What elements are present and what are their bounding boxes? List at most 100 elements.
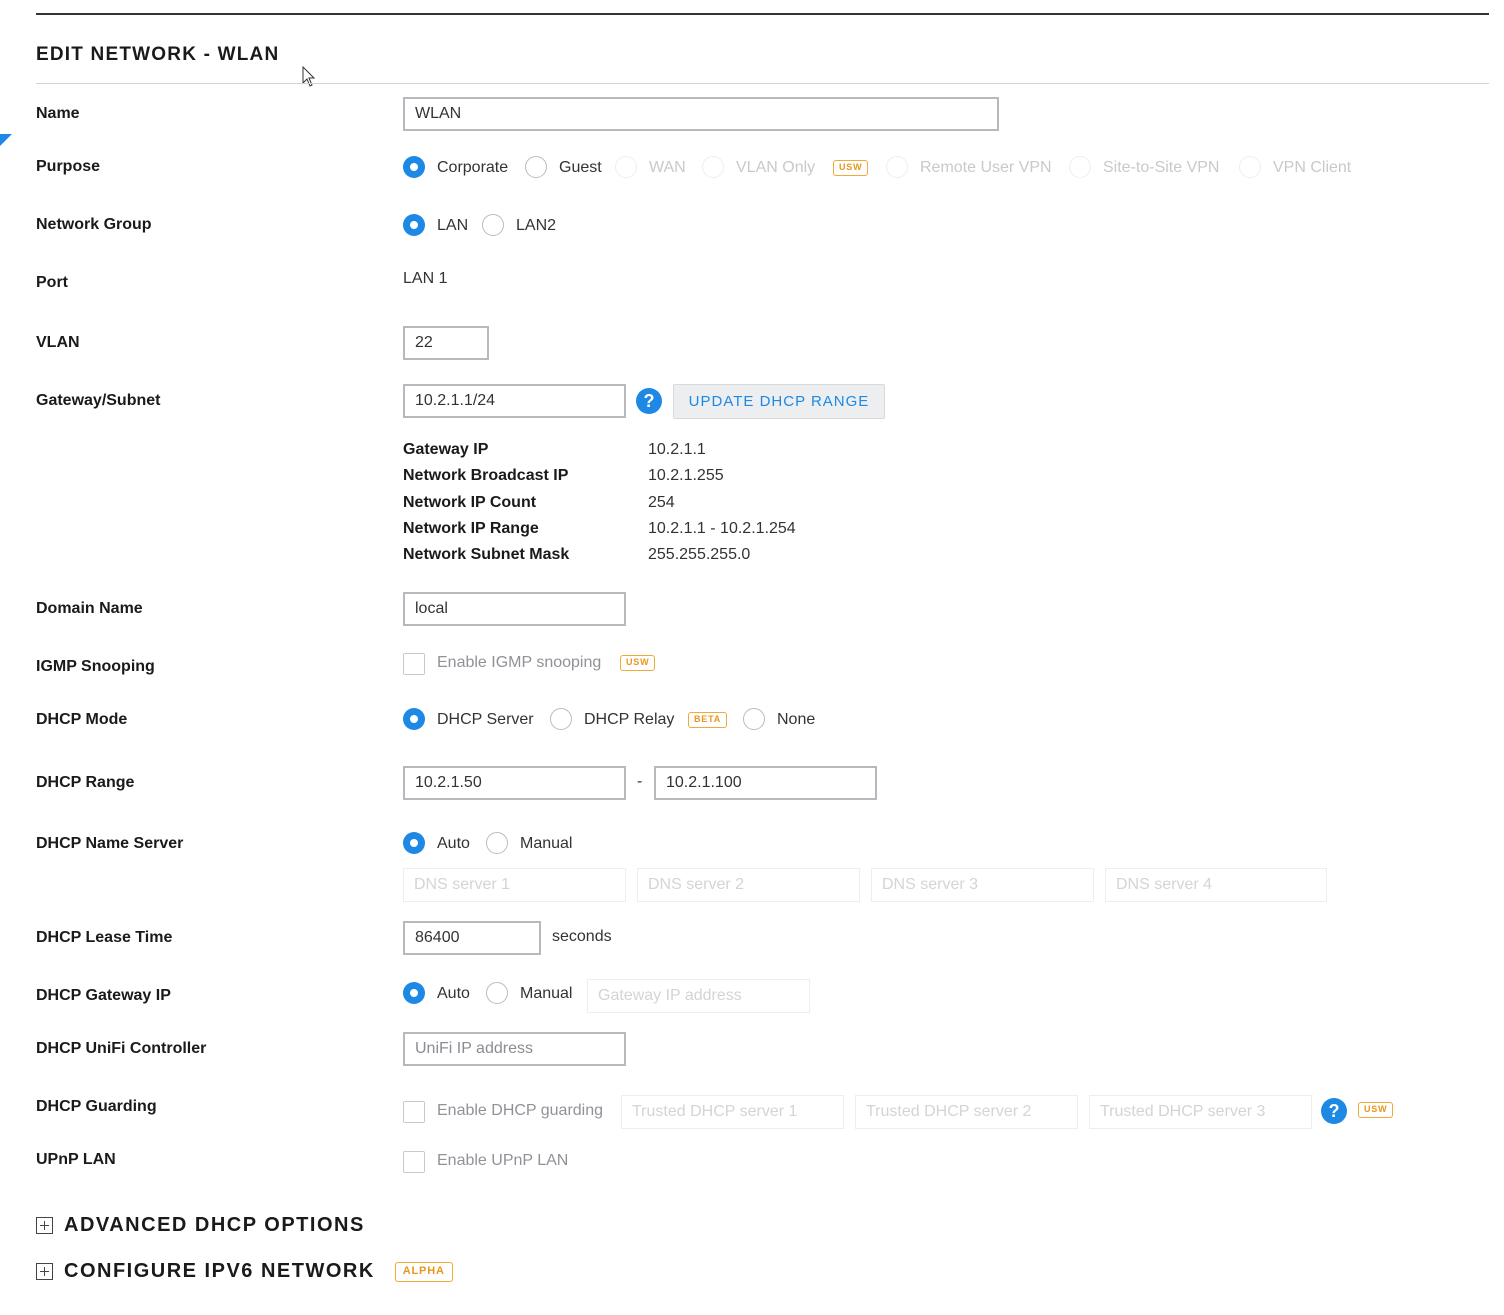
corner-marker <box>0 134 12 146</box>
configure-ipv6-toggle[interactable]: CONFIGURE IPV6 NETWORK ALPHA <box>36 1260 453 1283</box>
purpose-corporate-radio[interactable] <box>403 156 425 178</box>
network-group-lan2-label: LAN2 <box>516 217 557 234</box>
mouse-cursor-icon <box>302 66 316 87</box>
gateway-ip-auto-label: Auto <box>437 985 470 1002</box>
dhcp-mode-server-radio[interactable] <box>403 708 425 730</box>
upnp-lan-label: UPnP LAN <box>36 1151 116 1168</box>
gateway-ip-manual-radio[interactable] <box>486 982 508 1004</box>
vlan-input[interactable]: 22 <box>403 326 489 360</box>
name-label: Name <box>36 105 80 122</box>
dhcp-gateway-ip-label: DHCP Gateway IP <box>36 987 171 1004</box>
update-dhcp-range-button[interactable]: UPDATE DHCP RANGE <box>673 384 885 419</box>
dns-server-4-input[interactable]: DNS server 4 <box>1105 868 1327 902</box>
igmp-snooping-checkbox[interactable] <box>403 653 425 675</box>
gateway-subnet-label: Gateway/Subnet <box>36 392 161 409</box>
dhcp-mode-server-label: DHCP Server <box>437 711 534 728</box>
purpose-wan-label: WAN <box>649 159 686 176</box>
help-icon[interactable]: ? <box>1321 1098 1347 1124</box>
purpose-vlan-only-label: VLAN Only <box>736 159 816 176</box>
name-server-auto-label: Auto <box>437 835 470 852</box>
vlan-label: VLAN <box>36 334 80 351</box>
usw-badge: USW <box>1358 1102 1394 1118</box>
expand-plus-icon <box>36 1263 53 1280</box>
configure-ipv6-title: CONFIGURE IPV6 NETWORK <box>64 1260 375 1282</box>
network-group-lan2-radio[interactable] <box>482 214 504 236</box>
purpose-vpn-client-radio[interactable] <box>1239 156 1261 178</box>
top-divider <box>36 13 1489 15</box>
upnp-lan-checkbox[interactable] <box>403 1151 425 1173</box>
name-server-manual-radio[interactable] <box>486 832 508 854</box>
help-icon[interactable]: ? <box>636 388 662 414</box>
dhcp-mode-relay-radio[interactable] <box>550 708 572 730</box>
network-group-lan-label: LAN <box>437 217 469 234</box>
purpose-wan-radio[interactable] <box>615 156 637 178</box>
subnet-mask-value: 255.255.255.0 <box>648 546 751 563</box>
dhcp-mode-none-radio[interactable] <box>743 708 765 730</box>
usw-badge: USW <box>833 160 869 176</box>
purpose-site-to-site-vpn-radio[interactable] <box>1069 156 1091 178</box>
dhcp-name-server-label: DHCP Name Server <box>36 835 184 852</box>
dhcp-lease-time-label: DHCP Lease Time <box>36 929 173 946</box>
network-group-lan-radio[interactable] <box>403 214 425 236</box>
gateway-ip-value: 10.2.1.1 <box>648 441 706 458</box>
purpose-remote-user-vpn-label: Remote User VPN <box>920 159 1052 176</box>
ip-count-value: 254 <box>648 494 675 511</box>
igmp-snooping-checkbox-label: Enable IGMP snooping <box>437 654 602 671</box>
purpose-vlan-only-radio[interactable] <box>702 156 724 178</box>
dhcp-mode-relay-label: DHCP Relay <box>584 711 675 728</box>
title-divider <box>36 83 1489 84</box>
alpha-badge: ALPHA <box>394 1261 453 1282</box>
dhcp-unifi-controller-label: DHCP UniFi Controller <box>36 1040 207 1057</box>
name-server-auto-radio[interactable] <box>403 832 425 854</box>
port-label: Port <box>36 274 68 291</box>
igmp-snooping-label: IGMP Snooping <box>36 658 155 675</box>
name-input[interactable]: WLAN <box>403 97 999 131</box>
dhcp-guarding-checkbox[interactable] <box>403 1101 425 1123</box>
ip-range-key: Network IP Range <box>403 520 539 537</box>
gateway-ip-key: Gateway IP <box>403 441 489 458</box>
purpose-remote-user-vpn-radio[interactable] <box>886 156 908 178</box>
ip-range-value: 10.2.1.1 - 10.2.1.254 <box>648 520 796 537</box>
purpose-guest-radio[interactable] <box>525 156 547 178</box>
lease-time-input[interactable]: 86400 <box>403 921 541 955</box>
expand-plus-icon <box>36 1217 53 1234</box>
upnp-lan-checkbox-label: Enable UPnP LAN <box>437 1152 569 1169</box>
trusted-dhcp-server-1-input[interactable]: Trusted DHCP server 1 <box>621 1095 844 1129</box>
port-value: LAN 1 <box>403 270 448 287</box>
dhcp-range-label: DHCP Range <box>36 774 135 791</box>
lease-time-unit: seconds <box>552 928 612 945</box>
gateway-ip-manual-label: Manual <box>520 985 573 1002</box>
broadcast-ip-key: Network Broadcast IP <box>403 467 569 484</box>
unifi-controller-input[interactable]: UniFi IP address <box>403 1032 626 1066</box>
dhcp-mode-none-label: None <box>777 711 816 728</box>
advanced-dhcp-options-toggle[interactable]: ADVANCED DHCP OPTIONS <box>36 1214 365 1237</box>
page-title: EDIT NETWORK - WLAN <box>36 44 280 65</box>
purpose-corporate-label: Corporate <box>437 159 509 176</box>
gateway-ip-auto-radio[interactable] <box>403 982 425 1004</box>
trusted-dhcp-server-2-input[interactable]: Trusted DHCP server 2 <box>855 1095 1078 1129</box>
network-group-label: Network Group <box>36 216 152 233</box>
dhcp-guarding-checkbox-label: Enable DHCP guarding <box>437 1102 604 1119</box>
purpose-label: Purpose <box>36 158 101 175</box>
dhcp-guarding-label: DHCP Guarding <box>36 1098 157 1115</box>
purpose-vpn-client-label: VPN Client <box>1273 159 1352 176</box>
dhcp-mode-label: DHCP Mode <box>36 711 128 728</box>
broadcast-ip-value: 10.2.1.255 <box>648 467 724 484</box>
purpose-site-to-site-vpn-label: Site-to-Site VPN <box>1103 159 1220 176</box>
purpose-guest-label: Guest <box>559 159 602 176</box>
dns-server-1-input[interactable]: DNS server 1 <box>403 868 626 902</box>
dns-server-3-input[interactable]: DNS server 3 <box>871 868 1094 902</box>
usw-badge: USW <box>620 655 656 671</box>
gateway-ip-input[interactable]: Gateway IP address <box>587 979 810 1013</box>
domain-name-label: Domain Name <box>36 600 143 617</box>
gateway-subnet-input[interactable]: 10.2.1.1/24 <box>403 384 626 418</box>
trusted-dhcp-server-3-input[interactable]: Trusted DHCP server 3 <box>1089 1095 1312 1129</box>
dhcp-range-start-input[interactable]: 10.2.1.50 <box>403 766 626 800</box>
ip-count-key: Network IP Count <box>403 494 537 511</box>
dhcp-range-end-input[interactable]: 10.2.1.100 <box>654 766 877 800</box>
domain-name-input[interactable]: local <box>403 592 626 626</box>
advanced-dhcp-options-title: ADVANCED DHCP OPTIONS <box>64 1214 365 1236</box>
name-server-manual-label: Manual <box>520 835 573 852</box>
dhcp-range-separator: - <box>637 773 643 790</box>
dns-server-2-input[interactable]: DNS server 2 <box>637 868 860 902</box>
